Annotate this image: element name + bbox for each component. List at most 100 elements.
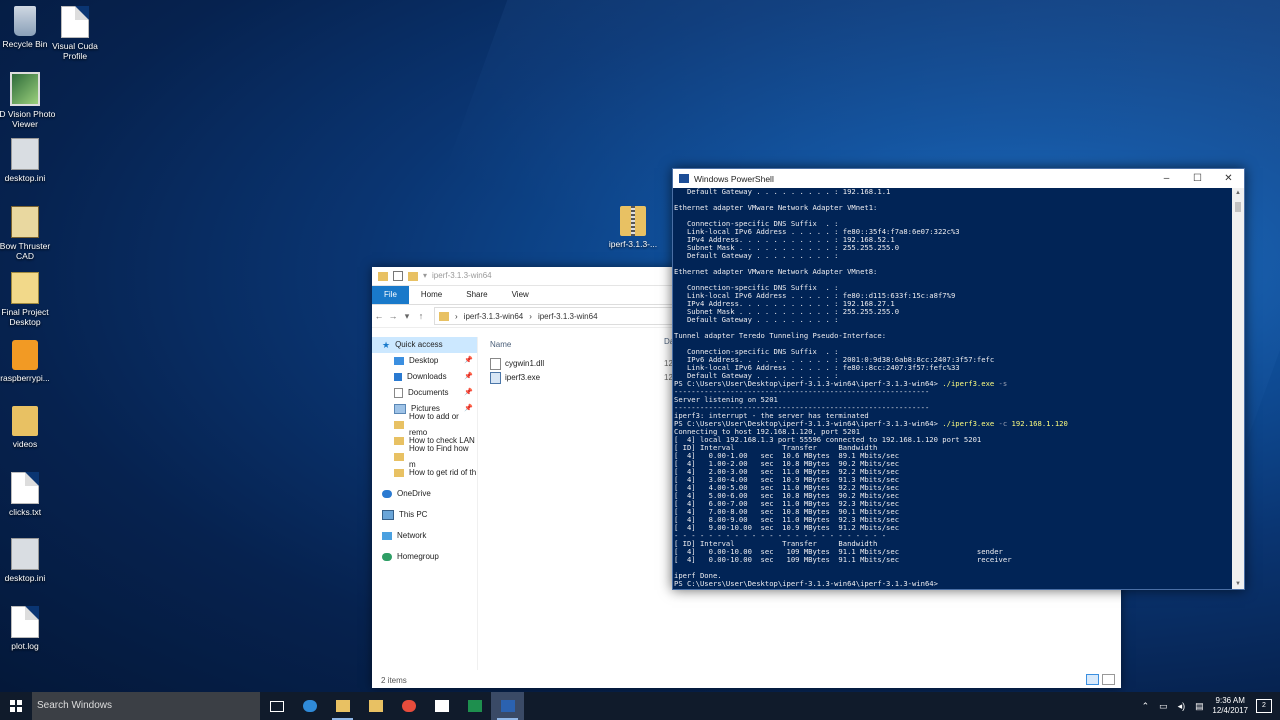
desktop-shortcut[interactable]: plot.log: [0, 606, 58, 651]
volume-icon[interactable]: ◂): [1174, 701, 1188, 712]
shortcut-label: Final Project Desktop: [1, 307, 49, 327]
breadcrumb-item[interactable]: iperf-3.1.3-win64: [464, 312, 524, 321]
powershell-icon: [500, 700, 515, 712]
close-button[interactable]: ✕: [1213, 173, 1244, 184]
desktop-shortcut[interactable]: Bow Thruster CAD: [0, 206, 58, 261]
zip-folder-icon: [620, 206, 646, 236]
console-argument-value: 192.168.1.120: [1007, 419, 1068, 428]
details-view-icon[interactable]: [1086, 674, 1099, 685]
console-line: Default Gateway . . . . . . . . . :: [674, 252, 1232, 260]
scrollbar[interactable]: ▲ ▼: [1232, 188, 1244, 589]
file-explorer-icon: [335, 700, 350, 712]
tab-view[interactable]: View: [500, 286, 541, 304]
search-box[interactable]: Search Windows: [32, 692, 260, 720]
powershell-window[interactable]: Windows PowerShell – ☐ ✕ Default Gateway…: [672, 168, 1245, 590]
scroll-up-icon[interactable]: ▲: [1232, 190, 1244, 196]
taskbar-app-button[interactable]: [458, 692, 491, 720]
desktop-shortcut[interactable]: clicks.txt: [0, 472, 58, 517]
back-arrow-icon[interactable]: ←: [372, 311, 386, 321]
properties-icon[interactable]: [393, 271, 403, 281]
pin-icon[interactable]: 📌: [464, 369, 473, 385]
maximize-button[interactable]: ☐: [1182, 173, 1213, 184]
desktop-shortcut[interactable]: videos: [0, 406, 58, 449]
tab-home[interactable]: Home: [409, 286, 454, 304]
breadcrumb-chevron-icon: ›: [455, 311, 458, 321]
sidebar-item[interactable]: ★ Quick access: [372, 337, 477, 353]
vlc-icon: [12, 340, 38, 370]
desktop-shortcut[interactable]: desktop.ini: [0, 538, 58, 583]
console-text: Default Gateway . . . . . . . . . :: [674, 315, 839, 324]
chevron-down-icon[interactable]: ▾: [423, 267, 427, 285]
folder-icon: [378, 271, 388, 281]
sidebar-item[interactable]: Homegroup: [372, 549, 477, 565]
taskbar-app-button[interactable]: [425, 692, 458, 720]
minimize-button[interactable]: –: [1151, 173, 1182, 184]
console-command: ./iperf3.exe: [942, 419, 995, 428]
action-center-icon[interactable]: 2: [1256, 699, 1272, 713]
taskbar-app-button[interactable]: [260, 692, 293, 720]
forward-arrow-icon[interactable]: →: [386, 311, 400, 321]
sidebar-item[interactable]: This PC: [372, 507, 477, 523]
shortcut-label: raspberrypi...: [0, 373, 50, 383]
scroll-thumb[interactable]: [1235, 202, 1241, 212]
desktop-shortcut[interactable]: 3D Vision Photo Viewer: [0, 72, 58, 129]
desktop-shortcut[interactable]: Final Project Desktop: [0, 272, 58, 327]
settings-file-icon: [11, 138, 39, 170]
console-output[interactable]: Default Gateway . . . . . . . . . : 192.…: [673, 188, 1232, 589]
keyboard-icon[interactable]: ▤: [1192, 701, 1206, 712]
settings-file-icon: [11, 538, 39, 570]
sidebar-item-label: OneDrive: [397, 489, 431, 498]
console-text: Ethernet adapter VMware Network Adapter …: [674, 267, 878, 276]
desktop-icon: [394, 357, 404, 365]
recent-locations-icon[interactable]: ▾: [400, 311, 414, 322]
breadcrumb-item[interactable]: iperf-3.1.3-win64: [538, 312, 598, 321]
console-argument: -c: [994, 419, 1008, 428]
taskbar-app-button[interactable]: [392, 692, 425, 720]
tab-file[interactable]: File: [372, 286, 409, 304]
pictures-icon: [394, 404, 406, 414]
new-folder-icon[interactable]: [408, 271, 418, 281]
pc-icon: [382, 510, 394, 520]
pin-icon[interactable]: 📌: [464, 385, 473, 401]
taskbar-app-button[interactable]: [491, 692, 524, 720]
sidebar-item-label: Desktop: [409, 356, 439, 365]
sidebar-item[interactable]: How to Find how m: [372, 444, 477, 469]
clock[interactable]: 9:36 AM 12/4/2017: [1212, 696, 1248, 716]
sidebar-item[interactable]: How to get rid of th: [372, 465, 477, 481]
desktop-shortcut[interactable]: Visual Cuda Profile: [42, 6, 108, 61]
shortcut-label: Visual Cuda Profile: [52, 41, 98, 61]
shortcut-label: clicks.txt: [8, 507, 42, 517]
chevron-up-icon[interactable]: ⌃: [1138, 701, 1152, 712]
up-arrow-icon[interactable]: ↑: [414, 311, 428, 321]
console-command: ./iperf3.exe: [942, 379, 995, 388]
task-view-icon: [269, 700, 284, 712]
network-icon[interactable]: ▭: [1156, 701, 1170, 712]
console-text: Default Gateway . . . . . . . . . :: [674, 251, 839, 260]
sidebar-item[interactable]: Desktop 📌: [372, 353, 477, 369]
date: 12/4/2017: [1212, 706, 1248, 715]
large-icons-view-icon[interactable]: [1102, 674, 1115, 685]
start-button[interactable]: [0, 692, 32, 720]
pin-icon[interactable]: 📌: [464, 353, 473, 369]
console-line: PS C:\Users\User\Desktop\iperf-3.1.3-win…: [674, 580, 1232, 588]
sidebar-item[interactable]: Network: [372, 528, 477, 544]
sidebar-item[interactable]: Documents 📌: [372, 385, 477, 401]
scroll-down-icon[interactable]: ▼: [1232, 581, 1244, 587]
powershell-titlebar[interactable]: Windows PowerShell – ☐ ✕: [673, 169, 1244, 188]
taskbar-app-button[interactable]: [326, 692, 359, 720]
sidebar-item[interactable]: How to add or remo: [372, 412, 477, 437]
window-title: iperf-3.1.3-win64: [432, 271, 492, 280]
desktop-shortcut[interactable]: raspberrypi...: [0, 340, 58, 383]
powershell-icon: [679, 174, 689, 183]
taskbar-app-button[interactable]: [293, 692, 326, 720]
breadcrumb-chevron-icon: ›: [529, 311, 532, 321]
sidebar-item[interactable]: OneDrive: [372, 486, 477, 502]
taskbar-app-button[interactable]: [359, 692, 392, 720]
desktop-shortcut[interactable]: iperf-3.1.3-...: [600, 206, 666, 249]
console-text: [ 4] 0.00-10.00 sec 109 MBytes 91.1 Mbit…: [674, 555, 1012, 564]
shortcut-label: plot.log: [11, 641, 39, 651]
desktop-shortcut[interactable]: desktop.ini: [0, 138, 58, 183]
shortcut-label: desktop.ini: [4, 573, 46, 583]
sidebar-item[interactable]: Downloads 📌: [372, 369, 477, 385]
tab-share[interactable]: Share: [454, 286, 499, 304]
